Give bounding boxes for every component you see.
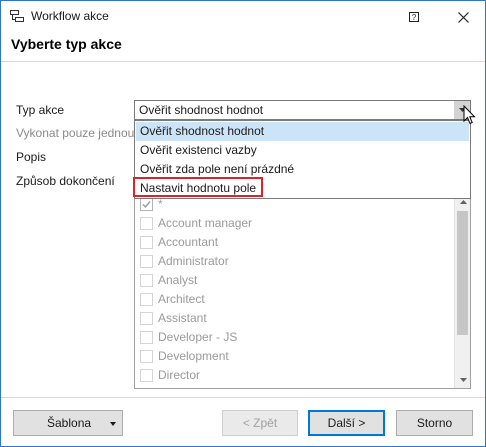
list-item[interactable]: Analyst (137, 271, 455, 290)
checkbox[interactable] (140, 312, 153, 325)
title-bar: Workflow akce ? (1, 1, 485, 31)
checkbox[interactable] (140, 198, 153, 211)
list-item[interactable]: Account manager (137, 214, 455, 233)
execute-once-label: Vykonat pouze jednou (16, 126, 135, 140)
checkbox[interactable] (140, 274, 153, 287)
cancel-button[interactable]: Storno (396, 410, 473, 436)
workflow-icon (10, 10, 24, 22)
scrollbar-thumb[interactable] (457, 211, 468, 335)
checkbox[interactable] (140, 255, 153, 268)
action-type-label: Typ akce (16, 103, 65, 117)
template-button-label: Šablona (47, 416, 92, 430)
list-item-label: Architect (158, 292, 205, 306)
dropdown-caret-icon (110, 422, 116, 426)
list-item[interactable]: Developer - JS (137, 328, 455, 347)
checkmark-icon (142, 201, 151, 209)
action-type-select[interactable]: Ověřit shodnost hodnot (134, 100, 471, 120)
workflow-action-dialog: Workflow akce ? Vyberte typ akce Typ akc… (0, 0, 486, 447)
list-item-label: Development (158, 349, 229, 363)
checkbox[interactable] (140, 236, 153, 249)
list-item[interactable]: Architect (137, 290, 455, 309)
list-scrollbar[interactable] (454, 194, 470, 388)
list-item[interactable]: Director (137, 366, 455, 385)
list-item-label: Account manager (158, 216, 253, 230)
dropdown-option[interactable]: Ověřit shodnost hodnot (136, 122, 469, 141)
help-icon[interactable]: ? (402, 7, 426, 27)
list-item[interactable]: Development (137, 347, 455, 366)
checkbox[interactable] (140, 217, 153, 230)
highlight-box (133, 177, 263, 197)
list-item-label: Developer - JS (158, 330, 238, 344)
template-button[interactable]: Šablona (13, 410, 123, 436)
list-item[interactable]: Assistant (137, 309, 455, 328)
list-item[interactable]: Administrator (137, 252, 455, 271)
svg-text:?: ? (412, 13, 417, 22)
list-item-label: Director (158, 368, 201, 382)
header-divider (1, 61, 485, 62)
mouse-cursor-icon (463, 104, 476, 128)
list-item-label: Administrator (158, 254, 229, 268)
close-icon[interactable] (451, 7, 475, 27)
footer-divider (1, 397, 485, 398)
next-button[interactable]: Další > (308, 410, 385, 436)
action-type-value: Ověřit shodnost hodnot (139, 103, 264, 117)
checkbox[interactable] (140, 350, 153, 363)
dropdown-option[interactable]: Ověřit existenci vazby (136, 141, 469, 160)
list-item[interactable]: Accountant (137, 233, 455, 252)
list-item-label: Accountant (158, 235, 219, 249)
window-title: Workflow akce (31, 9, 109, 23)
completion-method-label: Způsob dokončení (16, 174, 115, 188)
list-item-label: Assistant (158, 311, 207, 325)
checkbox[interactable] (140, 369, 153, 382)
list-item-label: * (158, 197, 163, 211)
description-label: Popis (16, 150, 47, 164)
checkbox[interactable] (140, 331, 153, 344)
scroll-down-icon[interactable] (455, 372, 470, 388)
page-title: Vyberte typ akce (11, 36, 122, 52)
roles-list[interactable]: * Account manager Accountant Administrator A… (134, 193, 471, 389)
checkbox[interactable] (140, 293, 153, 306)
list-item-label: Analyst (158, 273, 198, 287)
back-button[interactable]: < Zpět (222, 410, 298, 436)
